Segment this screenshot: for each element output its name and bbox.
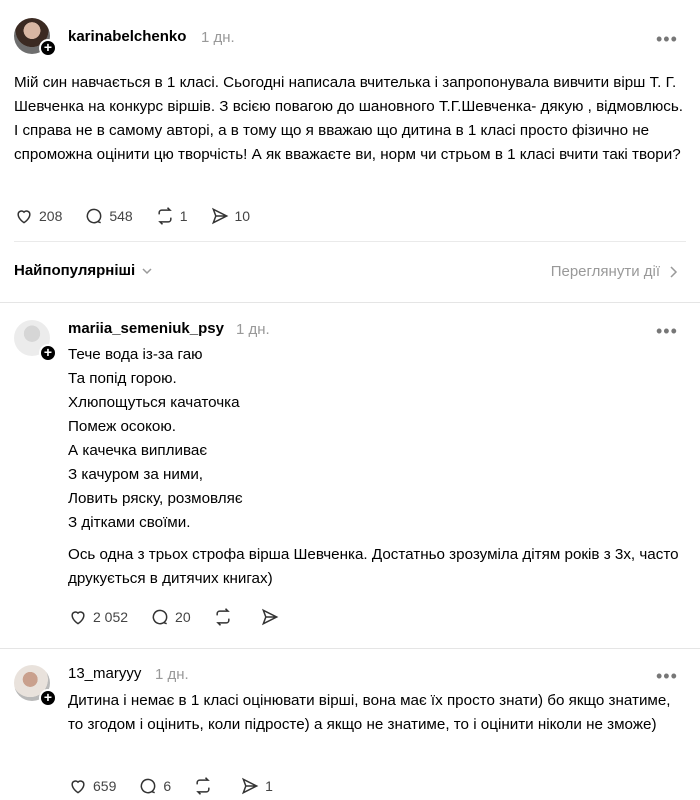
share-button[interactable]: 1	[240, 776, 273, 796]
comment-username[interactable]: 13_maryyy	[68, 665, 141, 682]
comment-poem: Тече вода із-за гаю Та попід горою. Хлюп…	[68, 343, 688, 535]
speech-bubble-icon	[152, 609, 168, 625]
repost-button[interactable]: 1	[155, 206, 188, 226]
like-count: 659	[93, 778, 117, 794]
poem-line: Та попід горою.	[68, 370, 177, 387]
share-count: 10	[234, 208, 251, 224]
comment-time: 1 дн.	[236, 321, 270, 338]
reply-count: 20	[175, 609, 191, 625]
reply-button[interactable]: 20	[150, 607, 191, 627]
repost-icon	[215, 608, 230, 626]
reply-button[interactable]: 548	[84, 206, 133, 226]
divider	[0, 302, 700, 303]
repost-count: 1	[179, 208, 188, 224]
post-username[interactable]: karinabelchenko	[68, 28, 186, 45]
poem-line: З качуром за ними,	[68, 466, 204, 483]
comment-actions: 659 6 1	[68, 776, 295, 796]
poem-line: А качечка випливає	[68, 442, 208, 459]
poem-line: Ловить ряску, розмовляє	[68, 490, 243, 507]
poem-line: З дітками своїми.	[68, 514, 191, 531]
follow-plus-icon[interactable]: +	[39, 39, 57, 57]
follow-plus-icon[interactable]: +	[39, 344, 57, 362]
like-count: 2 052	[93, 609, 129, 625]
like-button[interactable]: 2 052	[68, 607, 128, 627]
post-time: 1 дн.	[201, 29, 235, 46]
comment-text: Ось одна з трьох строфа вірша Шевченка. …	[68, 546, 679, 587]
reply-count: 548	[109, 208, 133, 224]
more-icon[interactable]: •••	[656, 667, 678, 685]
post-text: Мій син навчається в 1 класі. Сьогодні н…	[14, 74, 683, 163]
view-activity-label: Переглянути дії	[550, 263, 660, 280]
comment-text: Дитина і немає в 1 класі оцінювати вірші…	[68, 692, 671, 733]
send-icon	[261, 608, 278, 626]
sort-label: Найпопулярніші	[14, 262, 136, 279]
chevron-right-icon	[670, 265, 678, 278]
chevron-down-icon	[142, 267, 152, 274]
heart-icon	[71, 780, 85, 794]
view-activity-link[interactable]: Переглянути дії	[551, 263, 678, 280]
speech-bubble-icon	[86, 208, 102, 224]
share-count: 1	[265, 778, 273, 794]
original-post: + karinabelchenko 1 дн. ••• Мій син навч…	[0, 0, 700, 242]
more-icon[interactable]: •••	[656, 322, 678, 340]
like-button[interactable]: 208	[14, 206, 62, 226]
like-button[interactable]: 659	[68, 776, 116, 796]
divider	[14, 241, 686, 242]
reply-count: 6	[163, 778, 172, 794]
share-button[interactable]	[260, 607, 285, 627]
share-button[interactable]: 10	[210, 206, 251, 226]
poem-line: Хлюпощуться качаточка	[68, 394, 240, 411]
poem-line: Тече вода із-за гаю	[68, 346, 203, 363]
post-actions: 208 548 1 10	[14, 206, 272, 226]
send-icon	[211, 207, 228, 225]
repost-icon	[196, 777, 210, 795]
like-count: 208	[39, 208, 63, 224]
comment-actions: 2 052 20	[68, 607, 307, 627]
repost-button[interactable]	[213, 607, 238, 627]
comment-username[interactable]: mariia_semeniuk_psy	[68, 320, 224, 337]
heart-icon	[17, 210, 31, 224]
divider	[0, 648, 700, 649]
heart-icon	[71, 611, 85, 625]
speech-bubble-icon	[140, 778, 156, 794]
sort-dropdown[interactable]: Найпопулярніші	[14, 262, 153, 279]
reply-button[interactable]: 6	[138, 776, 171, 796]
send-icon	[242, 777, 259, 795]
more-icon[interactable]: •••	[656, 30, 678, 48]
comment-time: 1 дн.	[155, 666, 189, 683]
repost-icon	[157, 207, 172, 225]
poem-line: Помеж осокою.	[68, 418, 176, 435]
repost-button[interactable]	[193, 776, 218, 796]
follow-plus-icon[interactable]: +	[39, 689, 57, 707]
